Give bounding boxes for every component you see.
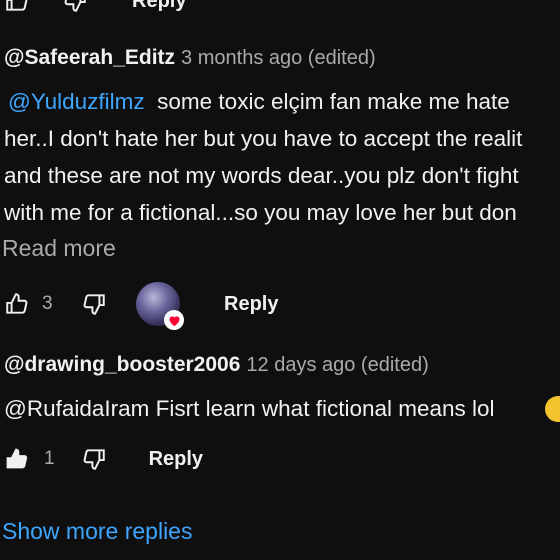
thumb-down-icon[interactable]	[60, 0, 90, 16]
like-count: 1	[44, 448, 55, 469]
thumb-up-icon[interactable]	[2, 289, 32, 319]
show-more-replies-button[interactable]: Show more replies	[2, 518, 192, 545]
thumb-up-icon[interactable]	[2, 0, 32, 16]
comment-body: @Yulduzfilmz some toxic elçim fan make m…	[4, 83, 522, 231]
thumb-down-icon[interactable]	[79, 289, 109, 319]
top-action-row: Reply	[2, 0, 186, 16]
creator-heart-badge	[136, 282, 184, 330]
replies-thread: Reply @Safeerah_Editz 3 months ago (edite…	[0, 0, 560, 560]
comment-line: with me for a fictional...so you may lov…	[4, 200, 517, 225]
comment-line: @Yulduzfilmz some toxic elçim fan make m…	[8, 89, 510, 114]
comment-action-row: 3	[2, 289, 109, 319]
comment-line: and these are not my words dear..you plz…	[4, 163, 519, 188]
reply-button[interactable]: Reply	[224, 293, 278, 316]
thumb-down-icon[interactable]	[79, 444, 109, 474]
comment-timestamp[interactable]: 12 days ago (edited)	[246, 354, 428, 376]
heart-icon	[164, 310, 184, 330]
comment-author[interactable]: @drawing_booster2006	[4, 353, 240, 376]
laughing-emoji-icon	[545, 396, 560, 422]
like-count: 3	[42, 293, 53, 314]
thumb-up-icon[interactable]	[2, 444, 32, 474]
reply-button[interactable]: Reply	[132, 0, 186, 13]
comment-timestamp[interactable]: 3 months ago (edited)	[181, 47, 376, 69]
comment-action-row: 1 Reply	[2, 444, 203, 474]
comment-author[interactable]: @Safeerah_Editz	[4, 46, 175, 69]
comment-body: @RufaidaIram Fisrt learn what fictional …	[4, 396, 495, 421]
mention-link[interactable]: @Yulduzfilmz	[8, 89, 145, 114]
comment-line: her..I don't hate her but you have to ac…	[4, 126, 523, 151]
comment-header: @Safeerah_Editz 3 months ago (edited)	[4, 46, 376, 70]
reply-button[interactable]: Reply	[149, 448, 203, 471]
read-more-link[interactable]: Read more	[2, 235, 116, 262]
comment-header: @drawing_booster2006 12 days ago (edited)	[4, 353, 429, 377]
